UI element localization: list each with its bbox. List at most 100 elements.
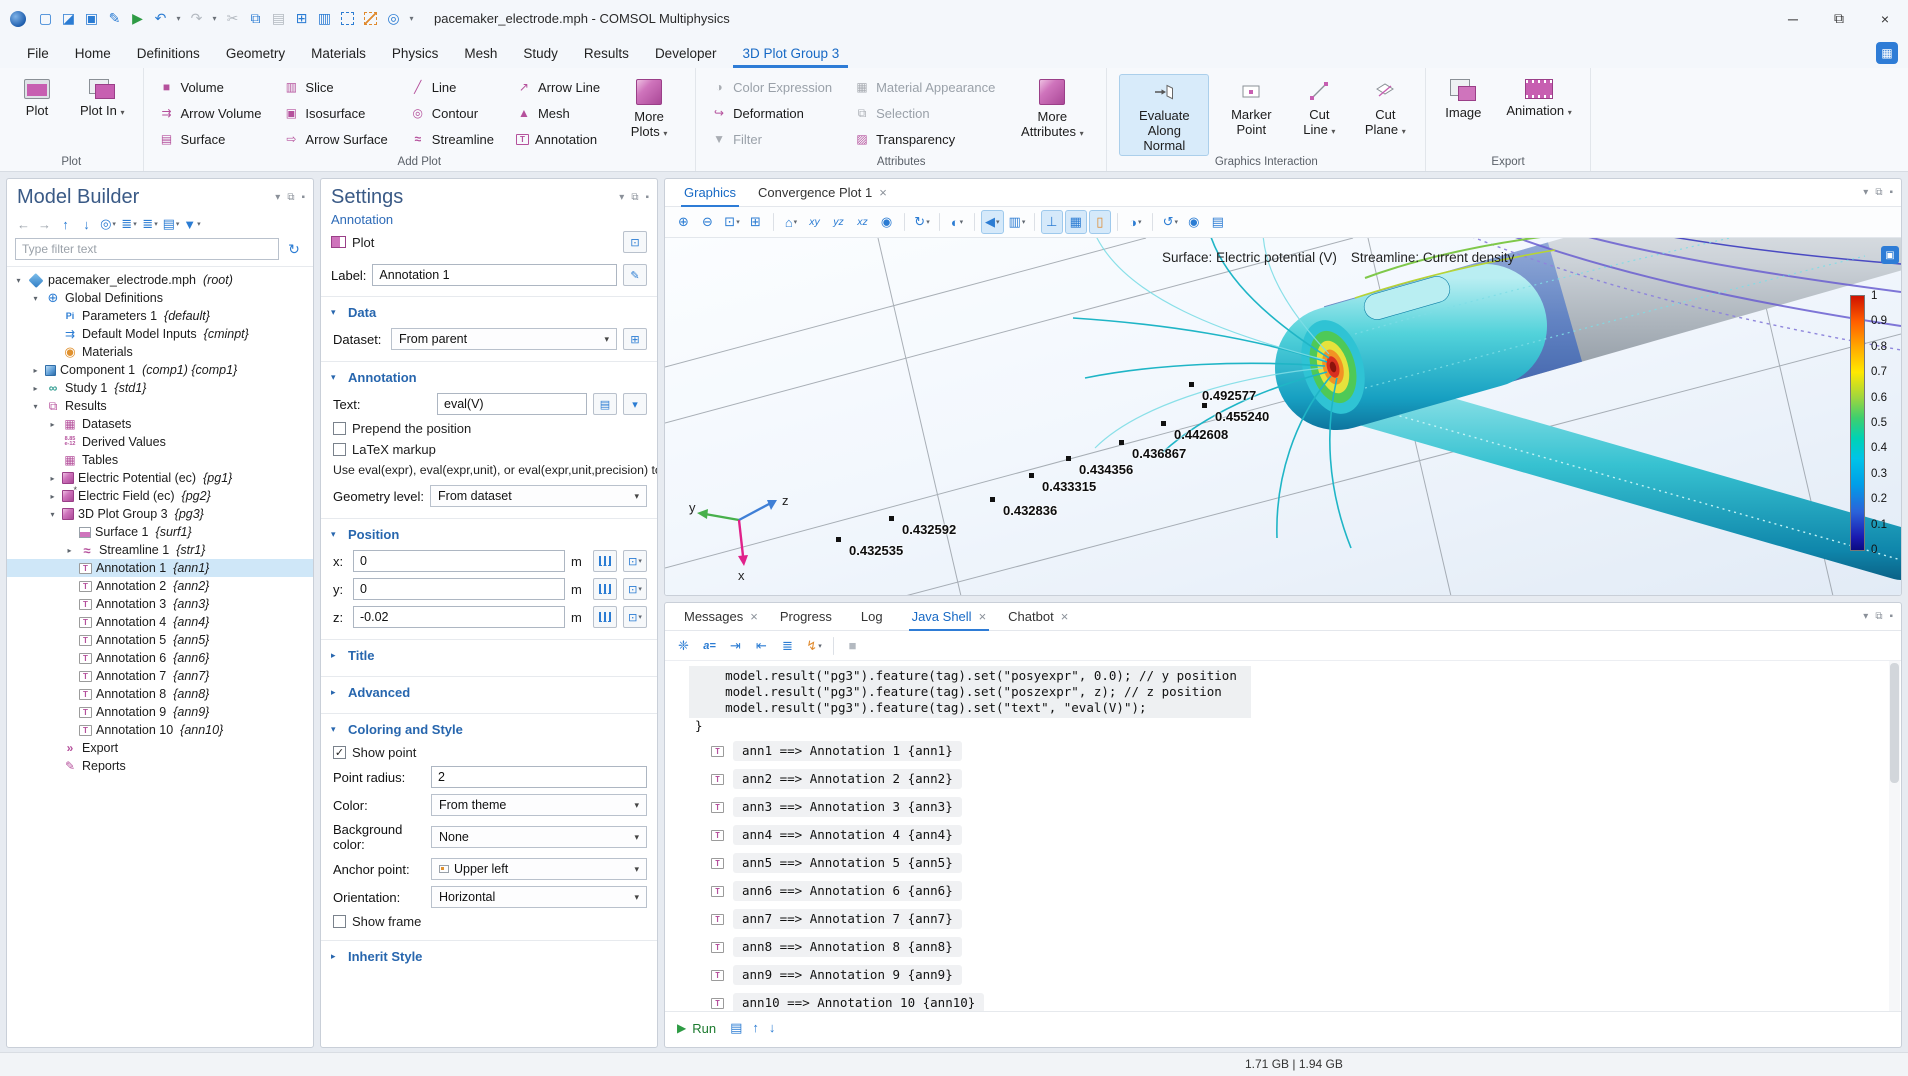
cut-plane-button[interactable]: Cut Plane ▾ <box>1357 74 1413 141</box>
tree-node[interactable]: Annotation 7 {ann7} <box>7 667 313 685</box>
tree-node[interactable]: Annotation 5 {ann5} <box>7 631 313 649</box>
redo-menu-icon[interactable]: ▾ <box>208 7 221 31</box>
move-down-icon[interactable]: ↓ <box>78 214 96 234</box>
back-icon[interactable]: ← <box>15 214 33 234</box>
save-as-icon[interactable]: ✎ <box>103 7 126 31</box>
section-header-coloring[interactable]: ▾Coloring and Style <box>321 717 657 742</box>
add-plot-button[interactable]: Streamline <box>407 126 497 152</box>
section-header-inherit-style[interactable]: ▸Inherit Style <box>321 944 657 969</box>
tab-convergence-plot[interactable]: Convergence Plot 1× <box>747 179 898 206</box>
tree-node[interactable]: Annotation 10 {ann10} <box>7 721 313 739</box>
anchor-point-select[interactable]: Upper left <box>431 858 647 880</box>
bottom-tab[interactable]: Chatbot× <box>997 603 1079 630</box>
expander-icon[interactable]: ▸ <box>64 546 75 555</box>
expander-icon[interactable]: ▸ <box>47 492 58 501</box>
add-plot-button[interactable]: Line <box>407 74 497 100</box>
zoom-extents-icon[interactable]: ⊞ <box>745 210 767 234</box>
paste-icon[interactable]: ▤ <box>267 7 290 31</box>
y-input[interactable] <box>353 578 565 600</box>
scrollbar-thumb[interactable] <box>1890 663 1899 783</box>
show-point-checkbox[interactable] <box>333 746 346 759</box>
history-icon[interactable]: ≣ <box>777 634 799 658</box>
tree-node[interactable]: ▾ 3D Plot Group 3 {pg3} <box>7 505 313 523</box>
minimize-button[interactable]: ─ <box>1770 0 1816 37</box>
menu-tab[interactable]: Study <box>510 41 571 68</box>
camera-icon[interactable]: ◉ <box>876 210 898 234</box>
tree-node[interactable]: ▸ Component 1 (comp1) {comp1} <box>7 361 313 379</box>
orientation-select[interactable]: Horizontal <box>431 886 647 908</box>
tree-node[interactable]: Annotation 4 {ann4} <box>7 613 313 631</box>
shell-tool-button[interactable] <box>833 637 834 655</box>
pin-panel-icon[interactable]: ▪ <box>645 192 649 203</box>
graphics-tool-button[interactable] <box>904 213 905 231</box>
bottom-tab[interactable]: Progress <box>769 603 850 630</box>
expression-menu-button[interactable]: ▾ <box>623 393 647 415</box>
previous-command-icon[interactable]: ↑ <box>752 1020 759 1036</box>
clear-selection-icon[interactable] <box>359 7 382 31</box>
float-panel-icon[interactable]: ⧉ <box>1875 611 1882 622</box>
filter-icon[interactable]: ▼▾ <box>183 214 201 234</box>
run-commands-icon[interactable]: ↯▾ <box>803 634 825 658</box>
expander-icon[interactable]: ▸ <box>47 474 58 483</box>
background-color-select[interactable]: None <box>431 826 647 848</box>
show-axes-icon[interactable]: ⊥ <box>1041 210 1063 234</box>
add-plot-button[interactable]: Volume <box>156 74 265 100</box>
node-label-icon[interactable]: ▤▾ <box>162 214 180 234</box>
show-grid-icon[interactable]: ▦ <box>1065 210 1087 234</box>
print-icon[interactable]: ▤ <box>1207 210 1229 234</box>
model-node-icon[interactable]: ❈ <box>673 634 695 658</box>
cut-line-button[interactable]: Cut Line ▾ <box>1293 74 1345 141</box>
zoom-out-icon[interactable]: ⊖ <box>697 210 719 234</box>
expression-button[interactable]: ▤ <box>593 393 617 415</box>
panel-menu-icon[interactable]: ▾ <box>1863 187 1868 198</box>
annotation-text-input[interactable] <box>437 393 587 415</box>
menu-tab[interactable]: Mesh <box>451 41 510 68</box>
pin-panel-icon[interactable]: ▪ <box>1889 611 1893 622</box>
delete-icon[interactable]: ▥ <box>313 7 336 31</box>
plot-in-button[interactable]: Plot In ▾ <box>74 74 131 122</box>
section-header-annotation[interactable]: ▾Annotation <box>321 365 657 390</box>
bottom-tab[interactable]: Java Shell× <box>901 603 998 630</box>
tree-node[interactable]: Annotation 2 {ann2} <box>7 577 313 595</box>
more-attributes-button[interactable]: More Attributes ▾ <box>1010 74 1094 143</box>
bottom-tab[interactable]: Log <box>850 603 901 630</box>
refresh-icon[interactable]: ↻ <box>283 238 305 260</box>
section-header-data[interactable]: ▾Data <box>321 300 657 325</box>
menu-tab[interactable]: 3D Plot Group 3 <box>729 41 852 68</box>
zoom-box-icon[interactable]: ⊡▾ <box>721 210 743 234</box>
z-input[interactable] <box>353 606 565 628</box>
view-xz-icon[interactable]: xz <box>852 210 874 234</box>
panel-menu-icon[interactable]: ▾ <box>1863 611 1868 622</box>
tab-graphics[interactable]: Graphics <box>673 179 747 206</box>
parameter-button[interactable]: ⊡▾ <box>623 578 647 600</box>
scene-light-icon[interactable]: ◀▾ <box>981 210 1004 234</box>
pin-panel-icon[interactable]: ▪ <box>301 192 305 203</box>
undo-icon[interactable]: ↶ <box>149 7 172 31</box>
copy-icon[interactable]: ⧉ <box>244 7 267 31</box>
prepend-position-checkbox[interactable] <box>333 422 346 435</box>
color-theme-icon[interactable]: ◑▾ <box>1124 210 1146 234</box>
parameter-button[interactable]: ⊡▾ <box>623 606 647 628</box>
tree-node[interactable]: Materials <box>7 343 313 361</box>
section-header-advanced[interactable]: ▸Advanced <box>321 680 657 705</box>
tree-node[interactable]: Parameters 1 {default} <box>7 307 313 325</box>
rotate-icon[interactable]: ↻▾ <box>911 210 933 234</box>
panel-menu-icon[interactable]: ▾ <box>619 192 624 203</box>
range-button[interactable] <box>593 550 617 572</box>
expander-icon[interactable]: ▸ <box>30 384 41 393</box>
duplicate-icon[interactable]: ⊞ <box>290 7 313 31</box>
snapshot-icon[interactable]: ◉ <box>1183 210 1205 234</box>
show-variables-icon[interactable]: a= <box>699 634 721 658</box>
tree-node[interactable]: Annotation 6 {ann6} <box>7 649 313 667</box>
next-command-icon[interactable]: ↓ <box>769 1020 776 1036</box>
panel-menu-icon[interactable]: ▾ <box>275 192 280 203</box>
tree-node[interactable]: ▸ Electric Field (ec) {pg2} <box>7 487 313 505</box>
tree-node[interactable]: Surface 1 {surf1} <box>7 523 313 541</box>
add-plot-button[interactable]: Slice <box>280 74 390 100</box>
evaluate-along-normal-button[interactable]: Evaluate Along Normal <box>1119 74 1209 156</box>
save-icon[interactable]: ▣ <box>80 7 103 31</box>
expand-all-icon[interactable]: ≣▾ <box>120 214 138 234</box>
run-button[interactable]: ▶ Run <box>677 1021 716 1036</box>
graphics-tool-button[interactable] <box>1117 213 1118 231</box>
close-tab-icon[interactable]: × <box>1061 609 1069 624</box>
